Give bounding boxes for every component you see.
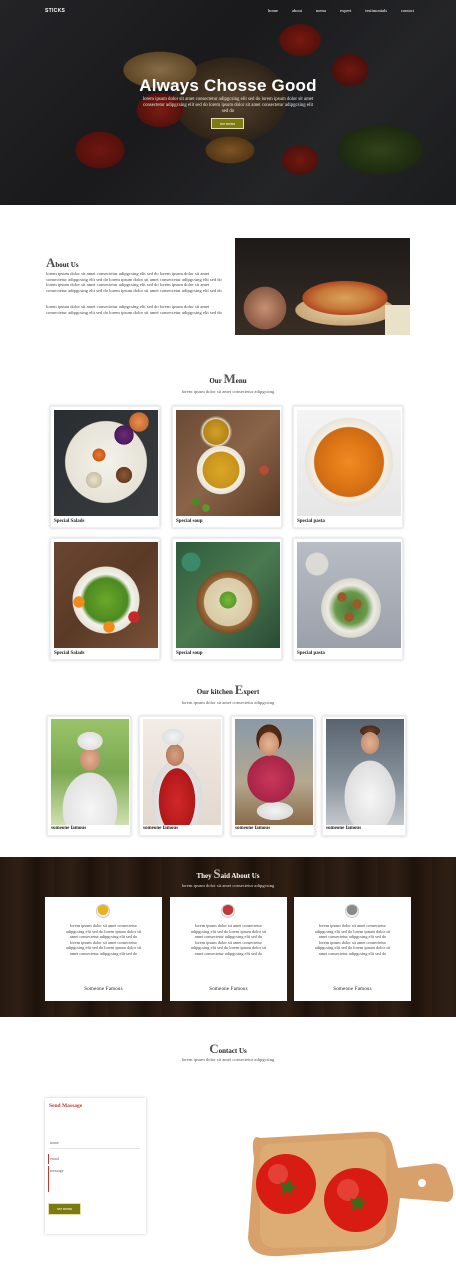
menu-card[interactable]: Special Salads bbox=[50, 406, 160, 528]
experts-title-pre: Our kitchen bbox=[196, 688, 235, 696]
about-title: About Us bbox=[46, 255, 79, 271]
about-paragraph-2: lorem ipsum dolor sit amet consectetur a… bbox=[46, 304, 222, 315]
expert-caption: someone famous bbox=[235, 826, 271, 831]
menu-caption: Special Salads bbox=[54, 651, 85, 656]
testimonial-text: lorem ipsum dolor sit amet consectetur a… bbox=[65, 923, 142, 956]
menu-card[interactable]: Special Salads bbox=[50, 538, 160, 660]
expert-caption: someone famous bbox=[143, 826, 179, 831]
contact-form: Send Massage name email message see menu bbox=[45, 1098, 146, 1234]
nav-expert[interactable]: expert bbox=[340, 8, 351, 13]
menu-caption: Special pasta bbox=[297, 651, 325, 656]
contact-title-initial: C bbox=[209, 1041, 219, 1056]
avatar bbox=[345, 904, 359, 918]
menu-caption: Special soup bbox=[176, 519, 203, 524]
main-nav: home about menu expert testimonials cont… bbox=[268, 8, 428, 13]
message-field-marker bbox=[48, 1166, 49, 1192]
menu-image-soup bbox=[176, 542, 280, 648]
testimonials-title-initial: S bbox=[213, 866, 221, 881]
nav-home[interactable]: home bbox=[268, 8, 278, 13]
message-field[interactable]: message bbox=[50, 1168, 64, 1173]
expert-card[interactable]: someone famous bbox=[139, 716, 223, 836]
menu-card[interactable]: Special soup bbox=[172, 538, 282, 660]
email-field-marker bbox=[48, 1154, 49, 1164]
expert-photo bbox=[235, 719, 313, 825]
menu-card[interactable]: Special soup bbox=[172, 406, 282, 528]
testimonial-card: lorem ipsum dolor sit amet consectetur a… bbox=[294, 897, 411, 1001]
menu-title-initial: M bbox=[223, 371, 236, 386]
expert-caption: someone famous bbox=[51, 826, 87, 831]
testimonials-title-rest: aid About Us bbox=[220, 872, 260, 880]
testimonial-author: Someone Famous bbox=[333, 987, 372, 992]
send-button[interactable]: see menu bbox=[48, 1203, 81, 1215]
nav-testimonials[interactable]: testimonials bbox=[365, 8, 387, 13]
nav-menu[interactable]: menu bbox=[316, 8, 326, 13]
nav-about[interactable]: about bbox=[292, 8, 302, 13]
menu-caption: Special pasta bbox=[297, 519, 325, 524]
menu-image-salad bbox=[54, 542, 158, 648]
expert-photo bbox=[326, 719, 404, 825]
see-menu-button[interactable]: see menu bbox=[211, 118, 244, 129]
contact-subtitle: lorem ipsum dolor sit amet consectetur a… bbox=[181, 1057, 275, 1062]
testimonials-title-pre: They bbox=[196, 872, 214, 880]
menu-caption: Special Salads bbox=[54, 519, 85, 524]
testimonial-text: lorem ipsum dolor sit amet consectetur a… bbox=[190, 923, 267, 956]
avatar bbox=[221, 904, 235, 918]
experts-title-rest: xpert bbox=[243, 688, 260, 696]
menu-image-pasta bbox=[297, 542, 401, 648]
expert-photo bbox=[51, 719, 129, 825]
menu-title: Our Menu bbox=[0, 371, 456, 387]
expert-card[interactable]: someone famous bbox=[231, 716, 315, 836]
testimonial-author: Someone Famous bbox=[84, 987, 123, 992]
about-paragraph-1: lorem ipsum dolor sit amet consectetur a… bbox=[46, 271, 222, 293]
expert-card[interactable]: someone famous bbox=[322, 716, 406, 836]
menu-image-soup bbox=[176, 410, 280, 516]
testimonials-subtitle: lorem ipsum dolor sit amet consectetur a… bbox=[181, 883, 275, 888]
nav-contact[interactable]: contact bbox=[401, 8, 414, 13]
menu-caption: Special soup bbox=[176, 651, 203, 656]
testimonials-title: They Said About Us bbox=[0, 866, 456, 882]
brand-logo[interactable]: STICKS bbox=[45, 8, 65, 14]
menu-image-pasta bbox=[297, 410, 401, 516]
expert-photo bbox=[143, 719, 221, 825]
hero-text: lorem ipsum dolor sit amet consectetur a… bbox=[142, 97, 314, 114]
contact-title: Contact Us bbox=[0, 1041, 456, 1057]
experts-title: Our kitchen Expert bbox=[0, 682, 456, 698]
about-title-rest: bout Us bbox=[55, 261, 79, 269]
about-title-initial: A bbox=[46, 255, 56, 270]
tomato-board-image bbox=[240, 1128, 456, 1262]
form-title: Send Massage bbox=[49, 1103, 83, 1109]
about-pizza-image bbox=[235, 238, 410, 335]
experts-subtitle: lorem ipsum dolor sit amet consectetur a… bbox=[181, 700, 275, 705]
expert-card[interactable]: someone famous bbox=[47, 716, 131, 836]
contact-title-rest: ontact Us bbox=[218, 1047, 247, 1055]
menu-card[interactable]: Special pasta bbox=[293, 538, 403, 660]
menu-image-salad bbox=[54, 410, 158, 516]
testimonial-author: Someone Famous bbox=[209, 987, 248, 992]
menu-title-pre: Our bbox=[209, 377, 224, 385]
hero-title: Always Chosse Good bbox=[139, 76, 317, 95]
hero-section: STICKS home about menu expert testimonia… bbox=[0, 0, 456, 205]
menu-card[interactable]: Special pasta bbox=[293, 406, 403, 528]
menu-title-rest: enu bbox=[235, 377, 247, 385]
email-field[interactable]: email bbox=[50, 1156, 59, 1161]
testimonial-text: lorem ipsum dolor sit amet consectetur a… bbox=[314, 923, 391, 956]
testimonial-card: lorem ipsum dolor sit amet consectetur a… bbox=[45, 897, 162, 1001]
expert-caption: someone famous bbox=[326, 826, 362, 831]
avatar bbox=[96, 904, 110, 918]
menu-subtitle: lorem ipsum dolor sit amet consectetur a… bbox=[181, 389, 275, 394]
name-field-line bbox=[50, 1148, 140, 1149]
name-field[interactable]: name bbox=[50, 1140, 59, 1145]
testimonial-card: lorem ipsum dolor sit amet consectetur a… bbox=[170, 897, 287, 1001]
about-image-board bbox=[385, 305, 410, 335]
